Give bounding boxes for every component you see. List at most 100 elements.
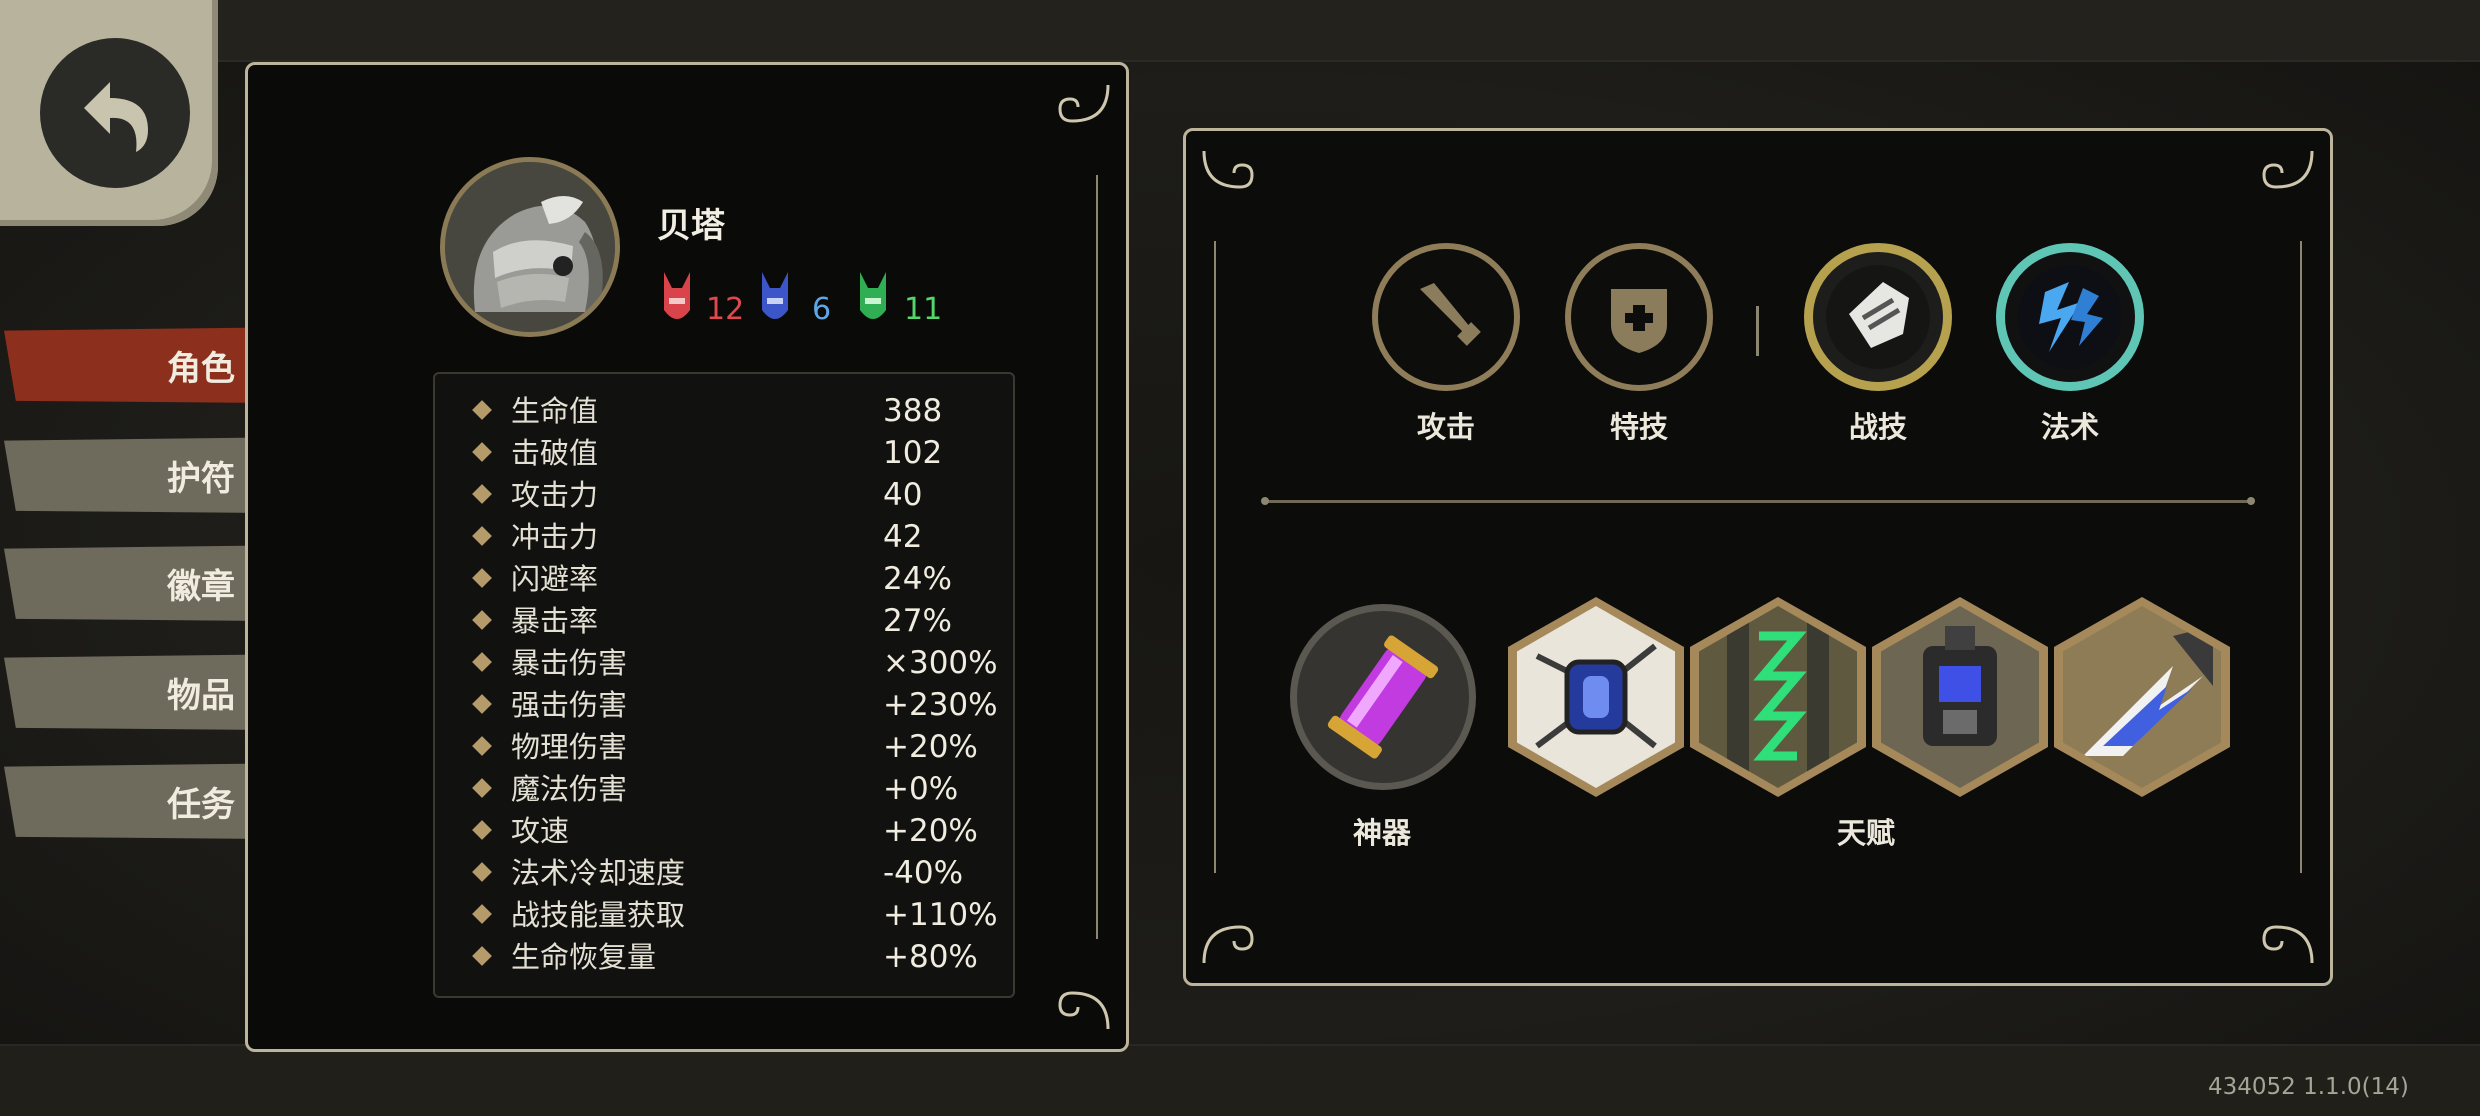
stat-value: 388 [883, 393, 943, 429]
stat-label: 生命值 [511, 394, 599, 428]
stat-row: 冲击力 42 [435, 516, 1013, 558]
stat-row: 攻速 +20% [435, 810, 1013, 852]
stat-value: 42 [883, 519, 923, 555]
green-mask-icon [860, 272, 886, 319]
diamond-bullet-icon [472, 946, 492, 966]
stat-label: 强击伤害 [511, 688, 628, 722]
shield-icon [1611, 289, 1667, 353]
combat-skill-button[interactable] [1804, 243, 1952, 391]
stat-row: 暴击率 27% [435, 600, 1013, 642]
diamond-bullet-icon [472, 736, 492, 756]
diamond-bullet-icon [472, 694, 492, 714]
diamond-bullet-icon [472, 820, 492, 840]
corner-ornament-icon [1202, 150, 1254, 189]
stat-value: ×300% [883, 645, 998, 681]
back-circle [40, 38, 190, 188]
diamond-bullet-icon [472, 526, 492, 546]
diamond-bullet-icon [472, 442, 492, 462]
diamond-bullet-icon [472, 610, 492, 630]
green-rune-icon [1727, 616, 1829, 778]
stat-value: +230% [883, 687, 998, 723]
section-divider [1261, 497, 2255, 505]
blue-capsule-icon [1535, 643, 1657, 749]
panel-divider-line [1096, 175, 1098, 939]
stat-row: 生命恢复量 +80% [435, 936, 1013, 978]
spell-skill-button[interactable] [1996, 243, 2144, 391]
stat-label: 击破值 [511, 436, 599, 470]
stat-label: 生命恢复量 [511, 940, 657, 974]
special-label: 特技 [1609, 410, 1668, 444]
stat-row: 生命值 388 [435, 390, 1013, 432]
artifact-label: 神器 [1352, 816, 1411, 850]
stat-row: 强击伤害 +230% [435, 684, 1013, 726]
corner-ornament-icon [1058, 991, 1110, 1030]
green-resource-count: 11 [904, 292, 943, 327]
character-portrait [440, 157, 620, 337]
sword-icon [1420, 283, 1481, 346]
panel-divider-line [2300, 241, 2302, 873]
stat-value: 40 [883, 477, 923, 513]
stat-row: 物理伤害 +20% [435, 726, 1013, 768]
red-resource-count: 12 [706, 292, 745, 327]
corner-ornament-icon [1058, 84, 1110, 123]
skills-panel [1183, 128, 2333, 986]
stat-label: 物理伤害 [511, 730, 628, 764]
attack-label: 攻击 [1416, 410, 1475, 444]
stat-value: 27% [883, 603, 952, 639]
top-border [0, 0, 2480, 62]
stat-row: 魔法伤害 +0% [435, 768, 1013, 810]
corner-ornament-icon [1202, 925, 1254, 964]
lightning-icon [2018, 265, 2122, 369]
back-arrow-icon [84, 82, 148, 152]
stat-row: 击破值 102 [435, 432, 1013, 474]
skill-separator [1756, 306, 1759, 356]
stat-value: 102 [883, 435, 943, 471]
knight-helmet-icon [445, 162, 615, 332]
talents-label: 天赋 [1836, 816, 1895, 850]
version-text: 434052 1.1.0(14) [2208, 1074, 2409, 1100]
diamond-bullet-icon [472, 568, 492, 588]
stat-value: +0% [883, 771, 959, 807]
stat-value: +20% [883, 729, 978, 765]
spell-label: 法术 [2040, 410, 2099, 444]
stat-value: 24% [883, 561, 952, 597]
stat-row: 攻击力 40 [435, 474, 1013, 516]
stat-value: +110% [883, 897, 998, 933]
stat-row: 法术冷却速度 -40% [435, 852, 1013, 894]
corner-ornament-icon [2262, 925, 2314, 964]
stat-label: 闪避率 [511, 562, 599, 596]
stat-row: 战技能量获取 +110% [435, 894, 1013, 936]
artifact-slot[interactable] [1290, 604, 1476, 790]
stat-value: +80% [883, 939, 978, 975]
panel-divider-line [1214, 241, 1216, 873]
stat-label: 法术冷却速度 [511, 856, 686, 890]
gauntlet-icon [1826, 265, 1930, 369]
stat-value: +20% [883, 813, 978, 849]
corner-ornament-icon [2262, 150, 2314, 189]
combat-label: 战技 [1848, 410, 1907, 444]
diamond-bullet-icon [472, 400, 492, 420]
stat-label: 魔法伤害 [511, 772, 628, 806]
stat-label: 攻击力 [511, 478, 599, 512]
diamond-bullet-icon [472, 904, 492, 924]
stat-value: -40% [883, 855, 964, 891]
bottom-border [0, 1044, 2480, 1116]
diamond-bullet-icon [472, 484, 492, 504]
diamond-bullet-icon [472, 652, 492, 672]
stat-label: 攻速 [511, 814, 570, 848]
blue-strike-icon [2083, 626, 2213, 756]
character-name: 贝塔 [657, 206, 725, 246]
red-mask-icon [664, 272, 690, 319]
blue-cell-device-icon [1923, 626, 1997, 746]
stats-list: 生命值 388 击破值 102 攻击力 40 冲击力 42 闪避率 24% 暴击率 27% … [433, 372, 1015, 998]
special-skill-button[interactable] [1565, 243, 1713, 391]
attack-skill-button[interactable] [1372, 243, 1520, 391]
stat-label: 战技能量获取 [511, 898, 686, 932]
stat-row: 闪避率 24% [435, 558, 1013, 600]
purple-canister-icon [1327, 635, 1439, 759]
stat-row: 暴击伤害 ×300% [435, 642, 1013, 684]
blue-resource-count: 6 [812, 292, 832, 327]
diamond-bullet-icon [472, 862, 492, 882]
diamond-bullet-icon [472, 778, 492, 798]
back-button[interactable] [0, 0, 218, 226]
